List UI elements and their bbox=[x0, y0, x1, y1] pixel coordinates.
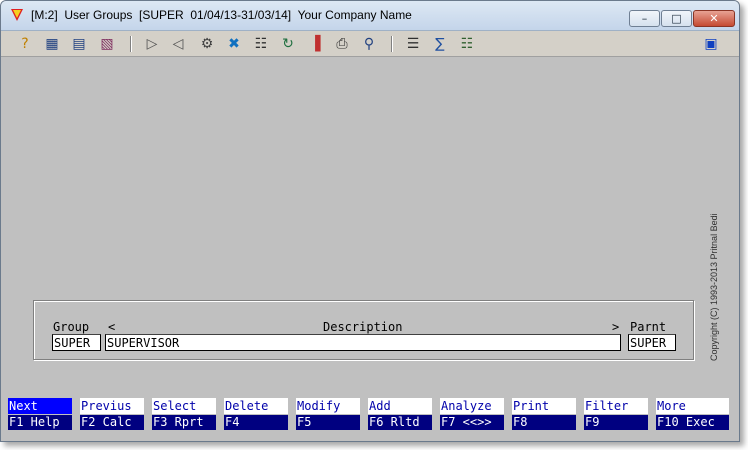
toolbar-separator bbox=[130, 36, 132, 52]
group-header: Group bbox=[53, 320, 90, 334]
fkey-delete[interactable]: Delete F4 bbox=[224, 398, 288, 432]
play-prev-icon[interactable]: ◁ bbox=[168, 34, 188, 53]
description-header: Description bbox=[323, 320, 403, 334]
maximize-icon: □ bbox=[671, 12, 682, 25]
toolbar: ? ▦ ▤ ▧ ▷ ◁ ⚙ ✖ ☷ ↻ ▐ ⎙ ⚲ ☰ ∑ ☷ ▣ bbox=[1, 31, 739, 57]
fkey-key: F2 Calc bbox=[80, 415, 144, 430]
application-window: [M:2] User Groups [SUPER 01/04/13-31/03/… bbox=[0, 0, 740, 442]
header-gt: > bbox=[612, 320, 620, 334]
title-bar[interactable]: [M:2] User Groups [SUPER 01/04/13-31/03/… bbox=[1, 1, 739, 31]
network-icon[interactable]: ☷ bbox=[457, 34, 477, 53]
fkey-label: Select bbox=[152, 398, 216, 414]
clipboard-icon[interactable]: ☰ bbox=[403, 34, 423, 53]
description-field[interactable]: SUPERVISOR bbox=[105, 334, 621, 351]
close-button[interactable]: ✕ bbox=[693, 10, 735, 27]
header-lt: < bbox=[108, 320, 116, 334]
fkey-print[interactable]: Print F8 bbox=[512, 398, 576, 432]
fkey-label: Add bbox=[368, 398, 432, 414]
calculator-icon[interactable]: ∑ bbox=[430, 34, 450, 53]
document-icon[interactable]: ☷ bbox=[251, 34, 271, 53]
copyright-text: Copyright (C) 1993-2013 Pritnal Bedi bbox=[709, 213, 719, 361]
toolbar-separator bbox=[391, 36, 393, 52]
fkey-key: F5 bbox=[296, 415, 360, 430]
group-field[interactable]: SUPER bbox=[52, 334, 101, 351]
minimize-button[interactable]: – bbox=[629, 10, 660, 27]
fkey-label: Analyze bbox=[440, 398, 504, 414]
fkey-add[interactable]: Add F6 Rltd bbox=[368, 398, 432, 432]
function-key-bar: Next F1 Help Previus F2 Calc Select F3 R… bbox=[1, 398, 739, 434]
fkey-label: Modify bbox=[296, 398, 360, 414]
fkey-key: F7 <<>> bbox=[440, 415, 504, 430]
parent-header: Parnt bbox=[630, 320, 667, 334]
fkey-previous[interactable]: Previus F2 Calc bbox=[80, 398, 144, 432]
sync-icon[interactable]: ↻ bbox=[278, 34, 298, 53]
close-icon: ✕ bbox=[709, 12, 719, 25]
fkey-select[interactable]: Select F3 Rprt bbox=[152, 398, 216, 432]
fkey-key: F4 bbox=[224, 415, 288, 430]
fkey-label: Next bbox=[8, 398, 72, 414]
fkey-label: More bbox=[656, 398, 729, 414]
help-icon[interactable]: ? bbox=[15, 34, 35, 53]
fkey-label: Delete bbox=[224, 398, 288, 414]
chart-icon[interactable]: ▧ bbox=[97, 34, 117, 53]
fkey-key: F9 bbox=[584, 415, 648, 430]
search-icon[interactable]: ⚲ bbox=[359, 34, 379, 53]
tools-icon[interactable]: ✖ bbox=[224, 34, 244, 53]
printer-icon[interactable]: ⎙ bbox=[332, 34, 352, 53]
fkey-label: Previus bbox=[80, 398, 144, 414]
settings-icon[interactable]: ⚙ bbox=[197, 34, 217, 53]
app-logo-icon bbox=[11, 9, 23, 21]
fkey-key: F10 Exec bbox=[656, 415, 729, 430]
fkey-next[interactable]: Next F1 Help bbox=[8, 398, 72, 432]
fkey-modify[interactable]: Modify F5 bbox=[296, 398, 360, 432]
fkey-analyze[interactable]: Analyze F7 <<>> bbox=[440, 398, 504, 432]
fkey-key: F8 bbox=[512, 415, 576, 430]
bar-chart-icon[interactable]: ▐ bbox=[305, 34, 325, 53]
fkey-key: F3 Rprt bbox=[152, 415, 216, 430]
maximize-button[interactable]: □ bbox=[661, 10, 692, 27]
exit-icon[interactable]: ▣ bbox=[701, 34, 721, 53]
grid-icon[interactable]: ▦ bbox=[42, 34, 62, 53]
parent-field[interactable]: SUPER bbox=[628, 334, 676, 351]
fkey-label: Filter bbox=[584, 398, 648, 414]
fkey-label: Print bbox=[512, 398, 576, 414]
fkey-key: F6 Rltd bbox=[368, 415, 432, 430]
fkey-filter[interactable]: Filter F9 bbox=[584, 398, 648, 432]
window-title: [M:2] User Groups [SUPER 01/04/13-31/03/… bbox=[31, 8, 412, 22]
play-next-icon[interactable]: ▷ bbox=[142, 34, 162, 53]
fkey-more[interactable]: More F10 Exec bbox=[656, 398, 729, 432]
minimize-icon: – bbox=[641, 12, 648, 25]
fkey-key: F1 Help bbox=[8, 415, 72, 430]
table-icon[interactable]: ▤ bbox=[69, 34, 89, 53]
